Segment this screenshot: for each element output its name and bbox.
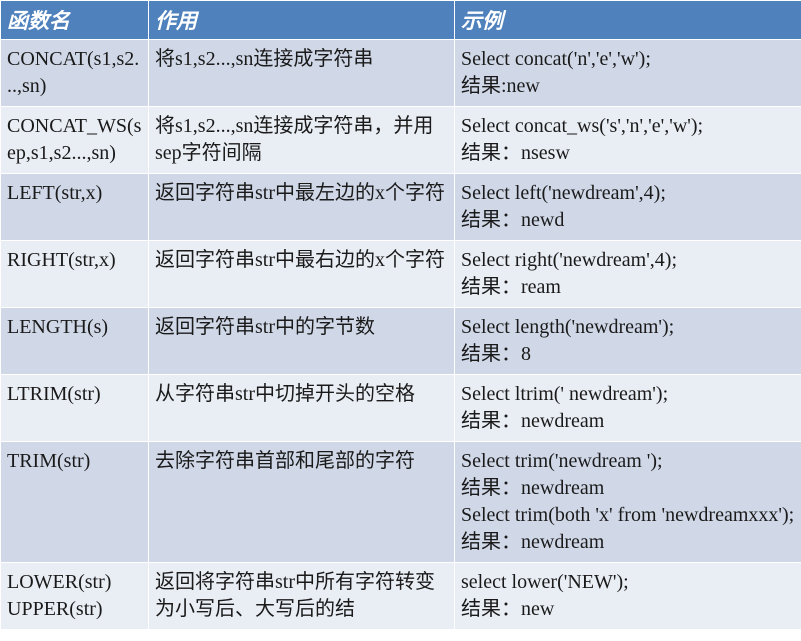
table-header-row: 函数名 作用 示例 (1, 1, 801, 40)
header-desc: 作用 (149, 1, 455, 40)
cell-desc: 从字符串str中切掉开头的空格 (149, 375, 455, 442)
cell-desc: 返回字符串str中最左边的x个字符 (149, 174, 455, 241)
cell-example: Select trim('newdream ');结果：newdreamSele… (455, 442, 801, 563)
cell-example: Select left('newdream',4);结果：newd (455, 174, 801, 241)
cell-desc: 返回将字符串str中所有字符转变为小写后、大写后的结 (149, 563, 455, 630)
table-row: LEFT(str,x) 返回字符串str中最左边的x个字符 Select lef… (1, 174, 801, 241)
cell-desc: 将s1,s2...,sn连接成字符串，并用sep字符间隔 (149, 107, 455, 174)
header-name: 函数名 (1, 1, 149, 40)
cell-example: select lower('NEW');结果：new (455, 563, 801, 630)
cell-example: Select concat_ws('s','n','e','w');结果：nse… (455, 107, 801, 174)
cell-desc: 返回字符串str中的字节数 (149, 308, 455, 375)
header-example: 示例 (455, 1, 801, 40)
cell-name: LENGTH(s) (1, 308, 149, 375)
table-row: LENGTH(s) 返回字符串str中的字节数 Select length('n… (1, 308, 801, 375)
cell-example: Select ltrim(' newdream');结果：newdream (455, 375, 801, 442)
table-row: LOWER(str)UPPER(str) 返回将字符串str中所有字符转变为小写… (1, 563, 801, 630)
cell-name: TRIM(str) (1, 442, 149, 563)
table-row: RIGHT(str,x) 返回字符串str中最右边的x个字符 Select ri… (1, 241, 801, 308)
cell-name: CONCAT_WS(sep,s1,s2...,sn) (1, 107, 149, 174)
cell-example: Select length('newdream');结果：8 (455, 308, 801, 375)
cell-name: LTRIM(str) (1, 375, 149, 442)
cell-desc: 将s1,s2...,sn连接成字符串 (149, 40, 455, 107)
cell-example: Select concat('n','e','w');结果:new (455, 40, 801, 107)
cell-name: LEFT(str,x) (1, 174, 149, 241)
cell-desc: 去除字符串首部和尾部的字符 (149, 442, 455, 563)
cell-name: CONCAT(s1,s2...,sn) (1, 40, 149, 107)
string-functions-table: 函数名 作用 示例 CONCAT(s1,s2...,sn) 将s1,s2...,… (0, 0, 801, 630)
table-row: LTRIM(str) 从字符串str中切掉开头的空格 Select ltrim(… (1, 375, 801, 442)
cell-name: RIGHT(str,x) (1, 241, 149, 308)
cell-name: LOWER(str)UPPER(str) (1, 563, 149, 630)
table-row: CONCAT(s1,s2...,sn) 将s1,s2...,sn连接成字符串 S… (1, 40, 801, 107)
cell-example: Select right('newdream',4);结果：ream (455, 241, 801, 308)
table-row: CONCAT_WS(sep,s1,s2...,sn) 将s1,s2...,sn连… (1, 107, 801, 174)
cell-desc: 返回字符串str中最右边的x个字符 (149, 241, 455, 308)
table-row: TRIM(str) 去除字符串首部和尾部的字符 Select trim('new… (1, 442, 801, 563)
